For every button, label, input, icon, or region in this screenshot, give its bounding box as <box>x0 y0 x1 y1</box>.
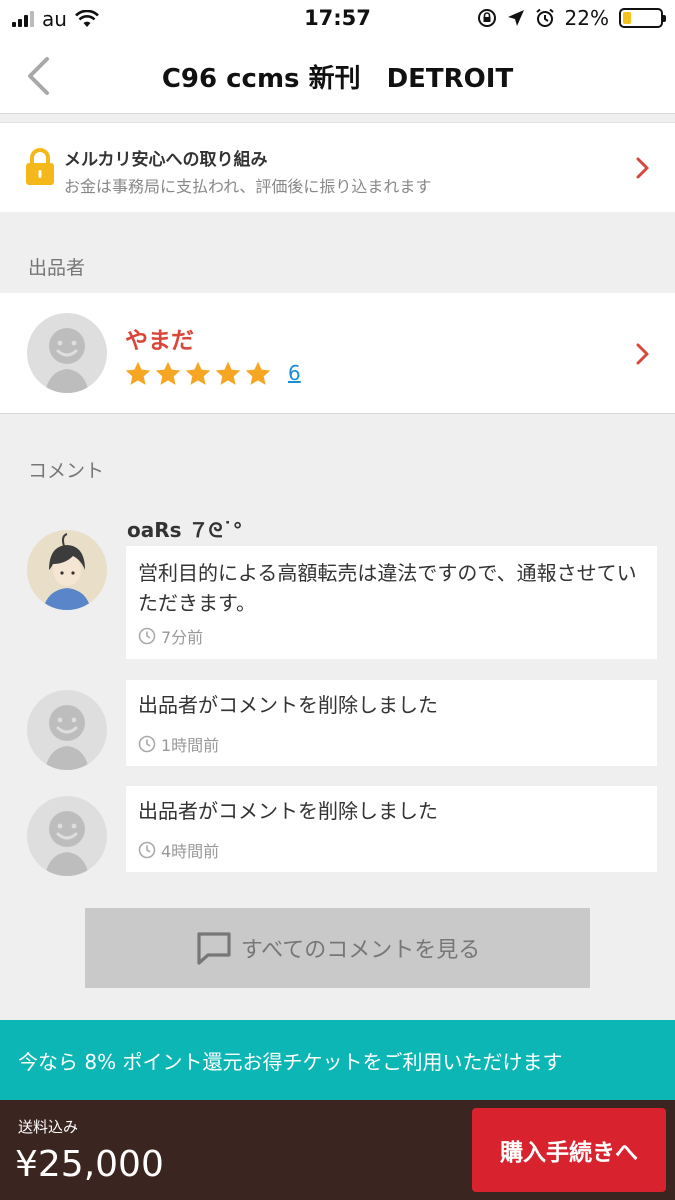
commenter-name: oaRs ７ᘓ˙° <box>127 518 243 542</box>
seller-avatar <box>27 313 107 393</box>
star-icon <box>185 361 211 385</box>
star-icon <box>245 361 271 385</box>
default-avatar-icon <box>45 811 89 876</box>
default-avatar-icon <box>45 705 89 770</box>
star-icon <box>125 361 151 385</box>
commenter-avatar[interactable] <box>27 690 107 770</box>
seller-section-label: 出品者 <box>28 257 86 279</box>
points-campaign-banner[interactable]: 今なら 8% ポイント還元お得チケットをご利用いただけます <box>0 1020 675 1100</box>
comment-time: 7分前 <box>138 624 203 648</box>
page-title: C96 ccms 新刊 DETROIT <box>161 64 514 94</box>
seller-name: やまだ <box>125 328 194 354</box>
commenter-avatar[interactable] <box>27 530 107 610</box>
safety-banner[interactable]: メルカリ安心への取り組み お金は事務局に支払われ、評価後に振り込まれます <box>0 122 675 212</box>
purchase-button[interactable]: 購入手続きへ <box>472 1108 666 1192</box>
chevron-right-icon <box>636 343 649 365</box>
status-bar: au 17:57 22% <box>0 0 675 38</box>
default-avatar-icon <box>45 328 89 393</box>
seller-row[interactable]: やまだ 6 <box>0 293 675 414</box>
comment-time: 1時間前 <box>138 732 219 756</box>
price: ¥25,000 <box>15 1144 164 1185</box>
comment-text: 出品者がコメントを削除しました <box>138 693 438 717</box>
purchase-bar: 送料込み ¥25,000 購入手続きへ <box>0 1100 675 1200</box>
rating-stars <box>124 360 272 388</box>
navigation-bar: C96 ccms 新刊 DETROIT <box>0 38 675 114</box>
safety-subtitle: お金は事務局に支払われ、評価後に振り込まれます <box>64 177 432 196</box>
comment-time: 4時間前 <box>138 838 219 862</box>
location-icon <box>507 10 524 26</box>
comment-bubble: 出品者がコメントを削除しました 1時間前 <box>126 680 657 766</box>
comments-section-label: コメント <box>28 460 105 482</box>
safety-title: メルカリ安心への取り組み <box>64 150 268 170</box>
status-right: 22% <box>477 6 666 30</box>
commenter-avatar[interactable] <box>27 796 107 876</box>
user-illustration-avatar <box>27 530 107 610</box>
alarm-icon <box>535 8 554 27</box>
clock-icon <box>138 627 156 645</box>
shipping-included-label: 送料込み <box>18 1118 79 1136</box>
speech-bubble-icon <box>197 932 231 965</box>
star-icon <box>215 361 241 385</box>
clock-icon <box>138 841 156 859</box>
clock-icon <box>138 735 156 753</box>
view-all-comments-button[interactable]: すべてのコメントを見る <box>85 908 590 988</box>
comment-text: 出品者がコメントを削除しました <box>138 799 438 823</box>
comment-time-label: 7分前 <box>161 628 204 647</box>
comment-bubble: 営利目的による高額転売は違法ですので、通報させていただきます。 7分前 <box>126 546 657 659</box>
rotation-lock-icon <box>477 9 496 27</box>
battery-icon <box>619 8 666 28</box>
comment-time-label: 4時間前 <box>161 842 220 861</box>
points-banner-text: 今なら 8% ポイント還元お得チケットをご利用いただけます <box>18 1049 563 1074</box>
comment-bubble: 出品者がコメントを削除しました 4時間前 <box>126 786 657 872</box>
view-all-comments-label: すべてのコメントを見る <box>240 938 481 963</box>
rating-count-link[interactable]: 6 <box>288 361 301 385</box>
comment-time-label: 1時間前 <box>161 736 220 755</box>
chevron-right-icon <box>636 157 649 179</box>
comment-text: 営利目的による高額転売は違法ですので、通報させていただきます。 <box>138 561 637 615</box>
battery-percent: 22% <box>564 6 609 30</box>
lock-icon <box>26 148 54 185</box>
star-icon <box>155 361 181 385</box>
